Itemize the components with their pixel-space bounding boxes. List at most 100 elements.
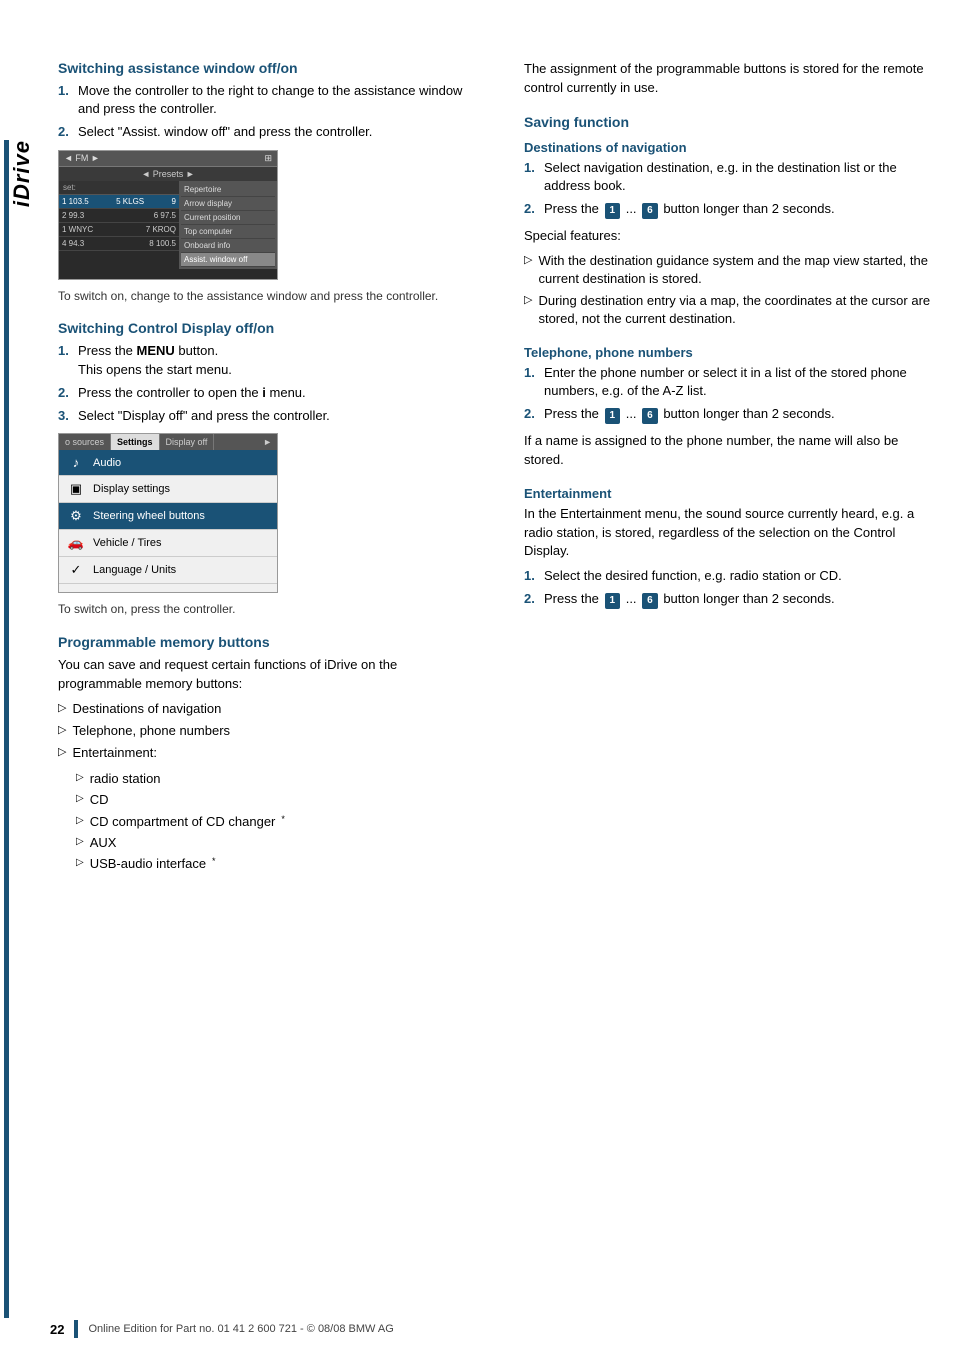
display-label: Display settings: [93, 483, 170, 495]
ent-step-1: 1. Select the desired function, e.g. rad…: [524, 567, 940, 585]
cd-step-1: 1. Press the MENU button.This opens the …: [58, 342, 474, 378]
subsection-destinations: Destinations of navigation 1. Select nav…: [524, 140, 940, 329]
btn-6-badge: 6: [642, 203, 658, 219]
menu-item-assist: Assist. window off: [181, 253, 275, 267]
ent-step-2: 2. Press the 1 ... 6 button longer than …: [524, 590, 940, 609]
vehicle-icon: 🚗: [67, 535, 85, 551]
screen-row-4: 4 94.38 100.5: [59, 237, 179, 251]
sub-bullet-cd: CD: [76, 791, 474, 809]
menu-item-top: Top computer: [181, 225, 275, 239]
special-features-label: Special features:: [524, 227, 940, 246]
programmable-intro: You can save and request certain functio…: [58, 656, 474, 694]
section-saving-function: Saving function Destinations of navigati…: [524, 114, 940, 610]
subsection-entertainment: Entertainment In the Entertainment menu,…: [524, 486, 940, 610]
control-display-steps: 1. Press the MENU button.This opens the …: [58, 342, 474, 425]
screen-content: set: 1 103.55 KLGS9 2 99.36 97.5 1 WNYC7…: [59, 181, 277, 269]
sub-bullet-aux: AUX: [76, 834, 474, 852]
programmable-bullets: Destinations of navigation Telephone, ph…: [58, 700, 474, 763]
sub-bullet-usb: USB-audio interface*: [76, 855, 474, 873]
language-icon: ✓: [67, 562, 85, 578]
left-column: Switching assistance window off/on 1. Mo…: [58, 60, 484, 1318]
step-2: 2. Select "Assist. window off" and press…: [58, 123, 474, 141]
sf-bullet-2: During destination entry via a map, the …: [524, 292, 940, 328]
screen-row-1: 1 103.55 KLGS9: [59, 195, 179, 209]
step-1: 1. Move the controller to the right to c…: [58, 82, 474, 118]
bullet-destinations: Destinations of navigation: [58, 700, 474, 718]
screen-settings: o sources Settings Display off ► ♪ Audio…: [58, 433, 278, 593]
settings-item-time[interactable]: ◷ Time / Date: [59, 584, 277, 593]
side-blue-bar: [4, 140, 9, 1318]
audio-label: Audio: [93, 457, 121, 469]
menu-bold: MENU: [137, 343, 175, 358]
steering-icon: ⚙: [67, 508, 85, 524]
heading-switching-assistance: Switching assistance window off/on: [58, 60, 474, 76]
entertainment-sub-bullets: radio station CD CD compartment of CD ch…: [76, 770, 474, 873]
menu-item-repertoire: Repertoire: [181, 183, 275, 197]
heading-control-display: Switching Control Display off/on: [58, 320, 474, 336]
screen-top-bar: ◄ FM ► ⊞: [59, 151, 277, 167]
screen-presets: ◄ Presets ►: [59, 167, 277, 181]
tel-btn-6-badge: 6: [642, 408, 658, 424]
btn-1-badge: 1: [605, 203, 621, 219]
dest-step-1: 1. Select navigation destination, e.g. i…: [524, 159, 940, 195]
cd-step-3: 3. Select "Display off" and press the co…: [58, 407, 474, 425]
vehicle-label: Vehicle / Tires: [93, 537, 161, 549]
menu-item-current: Current position: [181, 211, 275, 225]
programmable-note: The assignment of the programmable butto…: [524, 60, 940, 98]
tab-display-off[interactable]: Display off: [160, 434, 215, 450]
special-features-bullets: With the destination guidance system and…: [524, 252, 940, 329]
tel-step-2: 2. Press the 1 ... 6 button longer than …: [524, 405, 940, 424]
switching-assistance-steps: 1. Move the controller to the right to c…: [58, 82, 474, 142]
section-programmable-memory: Programmable memory buttons You can save…: [58, 634, 474, 873]
settings-item-vehicle[interactable]: 🚗 Vehicle / Tires: [59, 530, 277, 557]
bullet-telephone: Telephone, phone numbers: [58, 722, 474, 740]
settings-item-audio[interactable]: ♪ Audio: [59, 450, 277, 476]
menu-item-onboard: Onboard info: [181, 239, 275, 253]
section-control-display: Switching Control Display off/on 1. Pres…: [58, 320, 474, 618]
heading-programmable-memory: Programmable memory buttons: [58, 634, 474, 650]
screen-row-2: 2 99.36 97.5: [59, 209, 179, 223]
heading-telephone: Telephone, phone numbers: [524, 345, 940, 360]
settings-item-steering[interactable]: ⚙ Steering wheel buttons: [59, 503, 277, 530]
display-icon: ▣: [67, 481, 85, 497]
cd-step-2: 2. Press the controller to open the i me…: [58, 384, 474, 402]
entertainment-steps: 1. Select the desired function, e.g. rad…: [524, 567, 940, 609]
footer-text: Online Edition for Part no. 01 41 2 600 …: [88, 1323, 393, 1335]
side-tab: iDrive: [0, 60, 38, 1318]
audio-icon: ♪: [67, 455, 85, 470]
tab-play[interactable]: ►: [258, 434, 277, 450]
heading-entertainment: Entertainment: [524, 486, 940, 501]
caption-switching-assistance: To switch on, change to the assistance w…: [58, 288, 474, 305]
tel-step-1: 1. Enter the phone number or select it i…: [524, 364, 940, 400]
sub-bullet-cd-compartment: CD compartment of CD changer*: [76, 813, 474, 831]
destinations-steps: 1. Select navigation destination, e.g. i…: [524, 159, 940, 219]
tab-settings[interactable]: Settings: [111, 434, 160, 450]
sf-bullet-1: With the destination guidance system and…: [524, 252, 940, 288]
steering-label: Steering wheel buttons: [93, 510, 205, 522]
programmable-note-block: The assignment of the programmable butto…: [524, 60, 940, 98]
settings-item-language[interactable]: ✓ Language / Units: [59, 557, 277, 584]
sub-bullet-radio: radio station: [76, 770, 474, 788]
time-icon: ◷: [67, 589, 85, 593]
settings-item-display[interactable]: ▣ Display settings: [59, 476, 277, 503]
tel-btn-1-badge: 1: [605, 408, 621, 424]
right-column: The assignment of the programmable butto…: [514, 60, 940, 1318]
heading-saving-function: Saving function: [524, 114, 940, 130]
menu-item-arrow: Arrow display: [181, 197, 275, 211]
ent-btn-1-badge: 1: [605, 593, 621, 609]
main-content: Switching assistance window off/on 1. Mo…: [38, 60, 960, 1318]
caption-control-display: To switch on, press the controller.: [58, 601, 474, 618]
page-footer: 22 Online Edition for Part no. 01 41 2 6…: [0, 1320, 960, 1338]
telephone-steps: 1. Enter the phone number or select it i…: [524, 364, 940, 424]
screen-assistance-window: ◄ FM ► ⊞ ◄ Presets ► set: 1 103.55 KLGS9…: [58, 150, 278, 280]
ent-btn-6-badge: 6: [642, 593, 658, 609]
section-switching-assistance: Switching assistance window off/on 1. Mo…: [58, 60, 474, 304]
bullet-entertainment: Entertainment:: [58, 744, 474, 762]
i-bold: i: [262, 385, 266, 400]
page-container: iDrive Switching assistance window off/o…: [0, 0, 960, 1358]
side-tab-label: iDrive: [9, 140, 35, 207]
screen-right-menu: Repertoire Arrow display Current positio…: [179, 181, 277, 269]
time-label: Time / Date: [93, 591, 149, 593]
tab-sources[interactable]: o sources: [59, 434, 111, 450]
language-label: Language / Units: [93, 564, 176, 576]
